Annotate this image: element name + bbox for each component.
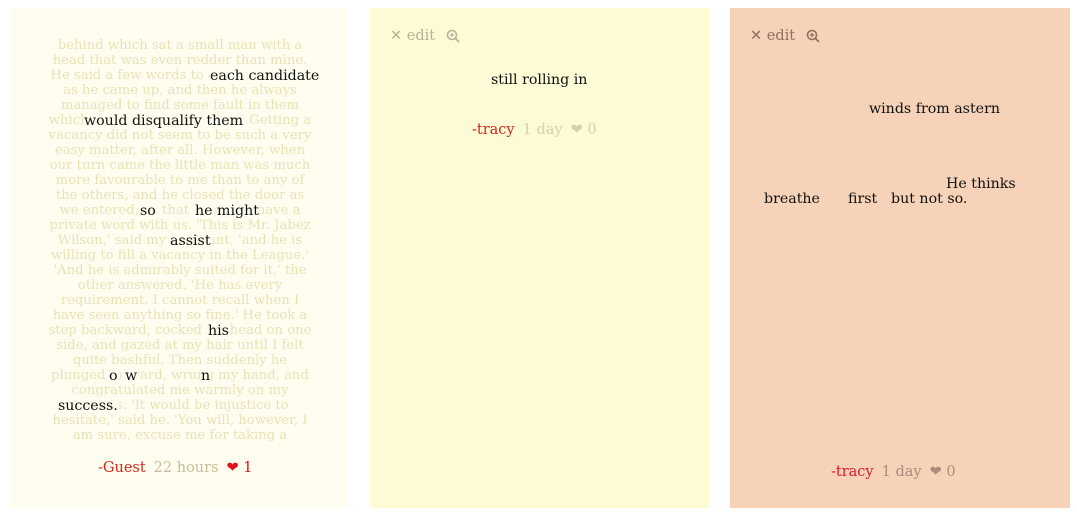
like-button[interactable]: ❤ 0	[930, 464, 956, 480]
author-link[interactable]: -Guest	[98, 460, 146, 476]
like-button[interactable]: ❤ 0	[571, 122, 597, 138]
author-link[interactable]: -tracy	[472, 122, 515, 138]
poem-word: his	[207, 323, 230, 339]
poem-word: o	[108, 368, 119, 384]
card-footer: -tracy 1 day ❤ 0	[472, 122, 597, 138]
poem-word: would disqualify them	[83, 113, 245, 129]
zoom-in-icon[interactable]	[446, 29, 460, 43]
card-toolbar: ✕ edit	[390, 28, 460, 44]
poem-word: so	[139, 203, 157, 219]
card-footer: -tracy 1 day ❤ 0	[831, 464, 956, 480]
poem-word: w	[124, 368, 139, 384]
timestamp: 1 day	[522, 122, 563, 138]
poem-word: assist	[169, 233, 212, 249]
poem-word: winds from astern	[869, 101, 1000, 117]
timestamp: 22 hours	[153, 460, 219, 476]
poem-card-2[interactable]: ✕ edit still rolling in -tracy 1 day ❤ 0	[370, 8, 710, 508]
zoom-in-icon[interactable]	[806, 29, 820, 43]
edit-button[interactable]: ✕ edit	[750, 28, 795, 44]
poem-word: first	[848, 191, 878, 207]
poem-word: breathe	[764, 191, 820, 207]
poem-word: but not so.	[891, 191, 968, 207]
poem-word: still rolling in	[491, 72, 588, 88]
card-footer: -Guest 22 hours ❤ 1	[98, 460, 253, 476]
poem-word: he might	[194, 203, 260, 219]
like-button[interactable]: ❤ 1	[227, 460, 253, 476]
poem-word: each candidate	[209, 68, 321, 84]
poem-word: He thinks	[946, 176, 1016, 192]
card-toolbar: ✕ edit	[750, 28, 820, 44]
timestamp: 1 day	[881, 464, 922, 480]
poem-word: n	[200, 368, 212, 384]
poem-card-1[interactable]: behind which sat a small man with a head…	[10, 8, 348, 508]
edit-button[interactable]: ✕ edit	[390, 28, 435, 44]
poem-card-3[interactable]: ✕ edit winds from astern He thinks breat…	[730, 8, 1070, 508]
poem-word: success.	[57, 398, 119, 414]
author-link[interactable]: -tracy	[831, 464, 874, 480]
